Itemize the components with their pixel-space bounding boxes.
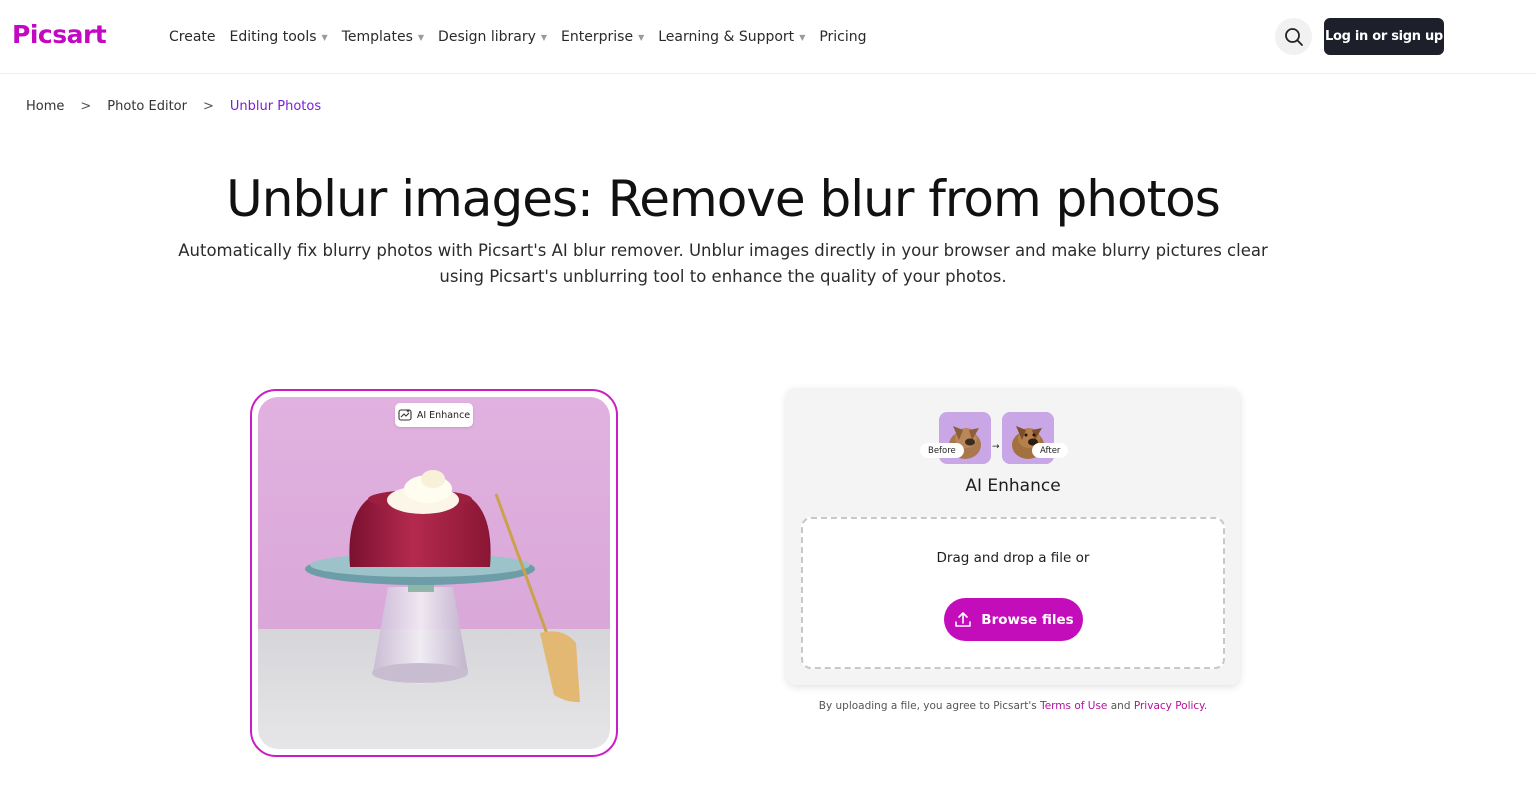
chevron-down-icon: ▼ [799,32,806,42]
chevron-down-icon: ▼ [638,32,645,42]
page-title: Unblur images: Remove blur from photos [226,170,1221,228]
upload-card: → Before After AI Enhance Drag and drop … [786,388,1240,685]
terms-notice: By uploading a file, you agree to Picsar… [786,700,1240,712]
search-icon [1284,27,1303,46]
chevron-down-icon: ▼ [540,32,548,42]
breadcrumb: Home > Photo Editor > Unblur Photos [26,99,321,114]
chevron-down-icon: ▼ [417,32,425,42]
jelly-dessert-image [258,397,610,749]
picsart-logo[interactable]: Picsart [12,20,107,49]
terms-middle: and [1107,700,1134,712]
file-dropzone[interactable]: Drag and drop a file or Browse files [801,517,1225,669]
drop-instructions: Drag and drop a file or [936,550,1090,566]
page-subtitle: Automatically fix blurry photos with Pic… [178,241,1268,286]
chevron-down-icon: ▼ [321,32,328,42]
arrow-right-icon: → [992,442,1000,452]
login-signup-button[interactable]: Log in or sign up [1324,18,1444,55]
before-tag: Before [920,443,964,458]
nav-item-create[interactable]: Create [169,29,216,45]
nav-item-label: Learning & Support [658,29,795,45]
ai-enhance-badge: AI Enhance [395,403,473,427]
nav-item-templates[interactable]: Templates ▼ [342,29,424,45]
terms-prefix: By uploading a file, you agree to Picsar… [818,700,1041,712]
nav-item-label: Editing tools [229,29,317,45]
nav-item-label: Templates [341,29,413,45]
ai-enhance-badge-label: AI Enhance [416,409,471,421]
browse-files-label: Browse files [981,611,1074,628]
after-tag: After [1032,443,1069,458]
privacy-policy-link[interactable]: Privacy Policy. [1134,700,1207,712]
nav-item-design-library[interactable]: Design library ▼ [438,29,547,45]
nav-item-pricing[interactable]: Pricing [819,29,866,45]
terms-of-use-link[interactable]: Terms of Use [1040,700,1107,712]
chevron-right-icon: > [203,99,214,114]
preview-frame [250,389,618,757]
enhance-icon [398,409,412,421]
nav-item-label: Design library [438,29,536,45]
upload-icon [955,611,972,627]
nav-item-learning-support[interactable]: Learning & Support ▼ [658,29,805,45]
browse-files-button[interactable]: Browse files [944,598,1083,641]
search-button[interactable] [1275,18,1312,55]
nav-item-label: Create [169,29,216,45]
breadcrumb-photo-editor[interactable]: Photo Editor [107,99,187,114]
breadcrumb-current: Unblur Photos [229,99,322,114]
breadcrumb-home[interactable]: Home [26,99,64,114]
chevron-right-icon: > [80,99,92,114]
nav-item-label: Enterprise [561,29,634,45]
site-header: Picsart Create Editing tools ▼ Templates… [0,0,1536,74]
nav-item-editing-tools[interactable]: Editing tools ▼ [230,29,328,45]
nav-item-enterprise[interactable]: Enterprise ▼ [561,29,644,45]
main-nav: Create Editing tools ▼ Templates ▼ Desig… [169,27,867,47]
upload-card-title: AI Enhance [965,476,1061,496]
nav-item-label: Pricing [819,29,867,45]
